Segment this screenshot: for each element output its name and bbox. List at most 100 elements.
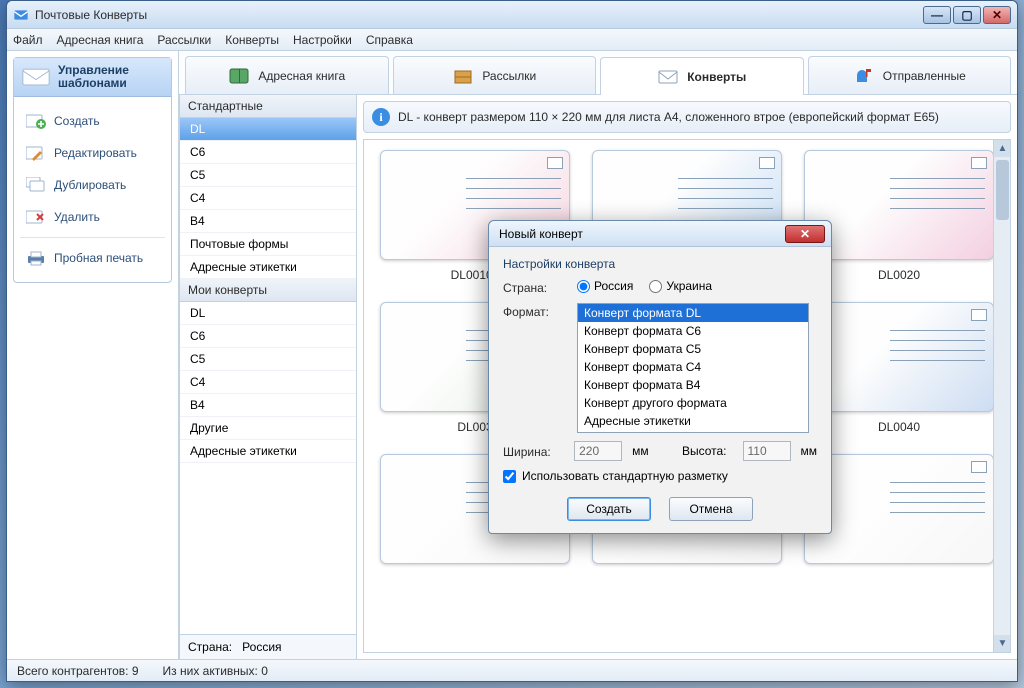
- action-create-label: Создать: [54, 114, 100, 128]
- category-item[interactable]: C6: [180, 325, 356, 348]
- mailbox-icon: [853, 67, 875, 85]
- close-button[interactable]: ✕: [983, 6, 1011, 24]
- category-header-my: Мои конверты: [180, 279, 356, 302]
- country-value: Россия: [242, 640, 281, 654]
- titlebar: Почтовые Конверты — ▢ ✕: [7, 1, 1017, 29]
- category-item[interactable]: Почтовые формы: [180, 233, 356, 256]
- action-edit[interactable]: Редактировать: [20, 137, 165, 169]
- box-icon: [452, 67, 474, 85]
- info-bar: i DL - конверт размером 110 × 220 мм для…: [363, 101, 1011, 133]
- format-field-label: Формат:: [503, 303, 567, 319]
- create-icon: [26, 113, 46, 129]
- radio-russia[interactable]: Россия: [577, 279, 633, 293]
- tab-sent[interactable]: Отправленные: [808, 56, 1012, 94]
- dialog-subtitle: Настройки конверта: [503, 257, 817, 271]
- category-item[interactable]: DL: [180, 118, 356, 141]
- radio-russia-input[interactable]: [577, 280, 590, 293]
- gallery-scrollbar[interactable]: ▲ ▼: [993, 140, 1010, 652]
- scroll-down-icon[interactable]: ▼: [994, 635, 1011, 652]
- tab-envelopes-label: Конверты: [687, 70, 746, 84]
- format-option[interactable]: Конверт формата DL: [578, 304, 808, 322]
- dialog-title: Новый конверт: [499, 227, 785, 241]
- country-bar: Страна: Россия: [180, 634, 356, 659]
- action-delete[interactable]: Удалить: [20, 201, 165, 233]
- action-probe-print-label: Пробная печать: [54, 251, 143, 265]
- minimize-button[interactable]: —: [923, 6, 951, 24]
- width-unit: мм: [632, 444, 649, 458]
- category-item[interactable]: C6: [180, 141, 356, 164]
- country-field-label: Страна:: [503, 279, 567, 295]
- radio-ukraine-input[interactable]: [649, 280, 662, 293]
- use-standard-checkbox[interactable]: [503, 470, 516, 483]
- category-item[interactable]: Адресные этикетки: [180, 256, 356, 279]
- tab-envelopes[interactable]: Конверты: [600, 57, 804, 95]
- tab-sent-label: Отправленные: [883, 69, 966, 83]
- action-edit-label: Редактировать: [54, 146, 137, 160]
- maximize-button[interactable]: ▢: [953, 6, 981, 24]
- edit-icon: [26, 145, 46, 161]
- category-item[interactable]: Другие: [180, 417, 356, 440]
- action-duplicate[interactable]: Дублировать: [20, 169, 165, 201]
- envelope-label: DL0040: [804, 412, 994, 434]
- dialog-create-button[interactable]: Создать: [567, 497, 651, 521]
- menu-envelopes[interactable]: Конверты: [225, 33, 279, 47]
- format-listbox[interactable]: Конверт формата DLКонверт формата C6Конв…: [577, 303, 809, 433]
- country-label: Страна:: [188, 640, 232, 654]
- menubar: Файл Адресная книга Рассылки Конверты На…: [7, 29, 1017, 51]
- format-option[interactable]: Конверт формата B4: [578, 376, 808, 394]
- format-option[interactable]: Конверт другого формата: [578, 394, 808, 412]
- category-item[interactable]: DL: [180, 302, 356, 325]
- format-option[interactable]: Конверт формата C4: [578, 358, 808, 376]
- envelope-icon: [22, 66, 50, 88]
- menu-help[interactable]: Справка: [366, 33, 413, 47]
- action-delete-label: Удалить: [54, 210, 100, 224]
- dialog-close-button[interactable]: ✕: [785, 225, 825, 243]
- envelope-thumb[interactable]: [804, 454, 994, 564]
- envelope-thumb[interactable]: DL0020: [804, 150, 994, 282]
- menu-addressbook[interactable]: Адресная книга: [57, 33, 144, 47]
- info-icon: i: [372, 108, 390, 126]
- width-label: Ширина:: [503, 443, 564, 459]
- tab-addressbook-label: Адресная книга: [258, 69, 345, 83]
- envelope-thumb[interactable]: DL0040: [804, 302, 994, 434]
- app-icon: [13, 7, 29, 23]
- new-envelope-dialog: Новый конверт ✕ Настройки конверта Стран…: [488, 220, 832, 534]
- tab-addressbook[interactable]: Адресная книга: [185, 56, 389, 94]
- envelope-label: DL0020: [804, 260, 994, 282]
- tab-mailings-label: Рассылки: [482, 69, 536, 83]
- dialog-titlebar[interactable]: Новый конверт ✕: [489, 221, 831, 247]
- menu-mailings[interactable]: Рассылки: [157, 33, 211, 47]
- format-option[interactable]: Адресные этикетки: [578, 412, 808, 430]
- category-item[interactable]: C4: [180, 187, 356, 210]
- category-header-standard: Стандартные: [180, 95, 356, 118]
- category-item[interactable]: B4: [180, 394, 356, 417]
- category-list: Стандартные DLC6C5C4B4Почтовые формыАдре…: [179, 95, 357, 659]
- status-active-label: Из них активных:: [163, 664, 258, 678]
- menu-file[interactable]: Файл: [13, 33, 43, 47]
- width-input[interactable]: [574, 441, 622, 461]
- menu-settings[interactable]: Настройки: [293, 33, 352, 47]
- category-item[interactable]: C4: [180, 371, 356, 394]
- format-option[interactable]: Конверт формата C5: [578, 340, 808, 358]
- panel-title-line2: шаблонами: [58, 77, 129, 90]
- radio-ukraine[interactable]: Украина: [649, 279, 712, 293]
- dialog-cancel-button[interactable]: Отмена: [669, 497, 753, 521]
- format-option[interactable]: Конверт формата C6: [578, 322, 808, 340]
- action-duplicate-label: Дублировать: [54, 178, 126, 192]
- action-probe-print[interactable]: Пробная печать: [20, 242, 165, 274]
- status-total-value: 9: [132, 664, 139, 678]
- height-input[interactable]: [743, 441, 791, 461]
- scroll-thumb[interactable]: [996, 160, 1009, 220]
- printer-icon: [26, 250, 46, 266]
- category-item[interactable]: C5: [180, 348, 356, 371]
- scroll-up-icon[interactable]: ▲: [994, 140, 1011, 157]
- tab-mailings[interactable]: Рассылки: [393, 56, 597, 94]
- category-item[interactable]: C5: [180, 164, 356, 187]
- category-item[interactable]: B4: [180, 210, 356, 233]
- action-create[interactable]: Создать: [20, 105, 165, 137]
- statusbar: Всего контрагентов: 9 Из них активных: 0: [7, 659, 1017, 681]
- use-standard-label: Использовать стандартную разметку: [522, 469, 728, 483]
- app-title: Почтовые Конверты: [35, 8, 921, 22]
- delete-icon: [26, 209, 46, 225]
- category-item[interactable]: Адресные этикетки: [180, 440, 356, 463]
